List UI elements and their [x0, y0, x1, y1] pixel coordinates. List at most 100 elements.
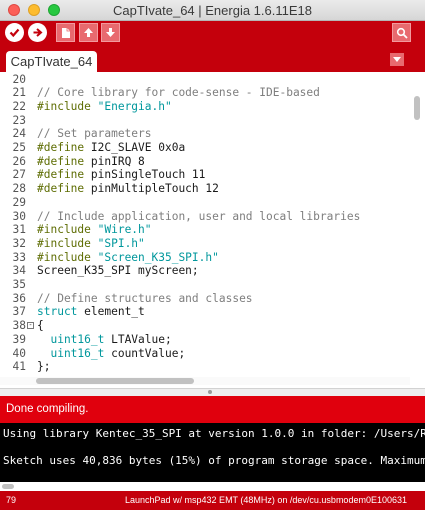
code-line: 37 struct element_t: [0, 305, 415, 319]
toolbar: [0, 21, 425, 44]
code-token: Screen_K35_SPI myScreen;: [37, 264, 199, 278]
code-line: 28 #define pinMultipleTouch 12: [0, 182, 415, 196]
code-text: #include "Wire.h": [37, 223, 152, 237]
code-token: "SPI.h": [97, 236, 145, 250]
fold-toggle-icon[interactable]: -: [27, 322, 34, 330]
line-number: 28: [12, 182, 26, 196]
status-message: Done compiling.: [6, 403, 89, 415]
footer-bar: 79 LaunchPad w/ msp432 EMT (48MHz) on /d…: [0, 491, 425, 510]
code-text: struct element_t: [37, 305, 145, 319]
line-number: 29: [12, 195, 26, 209]
code-line: 25 #define I2C_SLAVE 0x0a: [0, 141, 415, 155]
code-text: #define pinIRQ 8: [37, 155, 145, 169]
code-token: // Include application, user and local l…: [37, 209, 361, 223]
code-line: 21 // Core library for code-sense - IDE-b…: [0, 86, 415, 100]
code-line: 27 #define pinSingleTouch 11: [0, 168, 415, 182]
serial-monitor-icon: [396, 27, 408, 39]
code-line: 41};: [0, 360, 415, 374]
console-line: Using library Kentec_35_SPI at version 1…: [3, 427, 425, 440]
code-text: #define pinSingleTouch 11: [37, 168, 205, 182]
code-editor[interactable]: 20 21 // Core library for code-sense - IDE…: [0, 72, 425, 388]
console-scroll-track: [0, 482, 425, 491]
tab-captivate-64[interactable]: CapTIvate_64: [6, 51, 97, 72]
open-button[interactable]: [79, 23, 98, 42]
code-token: "Energia.h": [97, 99, 172, 113]
line-number: 34: [12, 264, 26, 278]
code-line: 33 #include "Screen_K35_SPI.h": [0, 251, 415, 265]
status-bar: Done compiling.: [0, 396, 425, 423]
code-line: 36 // Define structures and classes: [0, 292, 415, 306]
code-line: 20: [0, 73, 415, 87]
line-number: 36: [12, 291, 26, 305]
window-title: CapTIvate_64 | Energia 1.6.11E18: [113, 3, 312, 18]
line-number: 24: [12, 127, 26, 141]
open-icon: [84, 28, 93, 37]
console-output: Using library Kentec_35_SPI at version 1…: [0, 423, 425, 491]
code-line: 34 Screen_K35_SPI myScreen;: [0, 264, 415, 278]
code-token: uint16_t: [37, 332, 105, 346]
code-text: };: [37, 360, 50, 374]
line-number: 27: [12, 168, 26, 182]
code-text: #define pinMultipleTouch 12: [37, 182, 219, 196]
line-number: 35: [12, 278, 26, 291]
new-sketch-button[interactable]: [56, 23, 75, 42]
code-token: #include: [37, 223, 98, 237]
code-text: // Define structures and classes: [37, 292, 253, 306]
verify-icon: [9, 28, 20, 38]
line-number: 33: [12, 250, 26, 264]
code-text: {: [37, 319, 44, 333]
line-number: 32: [12, 236, 26, 250]
save-button[interactable]: [101, 23, 120, 42]
serial-monitor-button[interactable]: [392, 23, 411, 42]
code-token: #include: [37, 250, 98, 264]
line-number: 20: [12, 72, 26, 86]
code-token: LTAValue;: [104, 332, 172, 346]
code-line: 39 uint16_t LTAValue;: [0, 333, 415, 347]
code-token: #define: [37, 154, 91, 168]
line-number: 38: [12, 319, 26, 333]
code-text: Screen_K35_SPI myScreen;: [37, 264, 199, 278]
line-number: 23: [12, 113, 26, 127]
divider-grip-icon[interactable]: [208, 390, 212, 394]
code-token: // Define structures and classes: [37, 291, 253, 305]
line-number: 30: [12, 209, 26, 223]
code-token: {: [37, 319, 44, 333]
window-titlebar: CapTIvate_64 | Energia 1.6.11E18: [0, 0, 425, 21]
upload-button[interactable]: [28, 23, 47, 42]
code-text: #define I2C_SLAVE 0x0a: [37, 141, 185, 155]
code-line: 35: [0, 278, 415, 292]
code-token: #include: [37, 99, 98, 113]
line-number: 40: [12, 346, 26, 360]
code-line: 23: [0, 114, 415, 128]
code-line: 38-{: [0, 319, 415, 333]
footer-board-info: LaunchPad w/ msp432 EMT (48MHz) on /dev/…: [125, 495, 407, 505]
code-line: 30 // Include application, user and local…: [0, 210, 415, 224]
line-number: 37: [12, 305, 26, 319]
line-number: 22: [12, 99, 26, 113]
tab-bar: CapTIvate_64: [0, 44, 425, 72]
console-horizontal-scrollbar[interactable]: [2, 484, 14, 489]
code-token: "Wire.h": [97, 223, 152, 237]
verify-button[interactable]: [5, 23, 24, 42]
code-token: #define: [37, 182, 91, 196]
upload-icon: [33, 28, 43, 37]
tab-menu-button[interactable]: [390, 53, 404, 66]
code-line: 22 #include "Energia.h": [0, 100, 415, 114]
code-text: #include "Energia.h": [37, 100, 172, 114]
code-text: // Set parameters: [37, 127, 152, 141]
line-number: 25: [12, 141, 26, 154]
code-token: struct: [37, 305, 78, 319]
code-token: #include: [37, 236, 98, 250]
code-token: pinMultipleTouch 12: [90, 182, 219, 196]
editor-vertical-scrollbar[interactable]: [414, 96, 420, 120]
code-line: 32 #include "SPI.h": [0, 237, 415, 251]
code-token: element_t: [77, 305, 145, 319]
code-token: pinIRQ 8: [90, 154, 145, 168]
code-token: uint16_t: [37, 346, 105, 360]
code-token: // Set parameters: [37, 127, 152, 141]
line-number: 31: [12, 223, 26, 237]
code-line: 26 #define pinIRQ 8: [0, 155, 415, 169]
save-icon: [106, 28, 115, 37]
console-line: Sketch uses 40,836 bytes (15%) of progra…: [3, 454, 425, 467]
editor-horizontal-scrollbar[interactable]: [36, 378, 194, 384]
